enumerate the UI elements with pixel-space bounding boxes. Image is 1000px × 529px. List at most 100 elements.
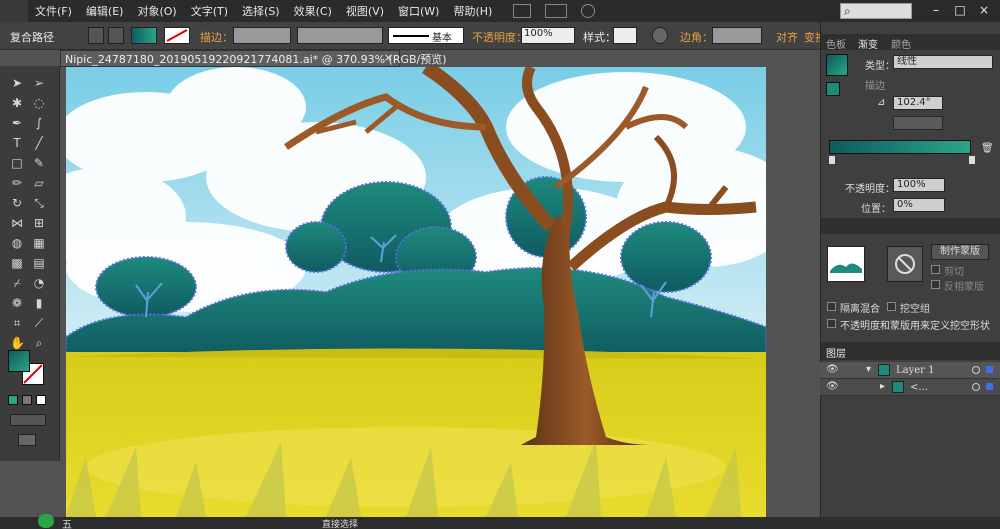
perspective-grid-icon[interactable]: ▦ [32, 236, 46, 250]
stop-position-field[interactable]: 0% [893, 198, 945, 212]
free-transform-icon[interactable]: ⊞ [32, 216, 46, 230]
layer-row-sublayer[interactable]: 👁 ▸ <... [820, 379, 1000, 396]
stroke-swatch[interactable] [164, 27, 190, 44]
menu-select[interactable]: 选择(S) [235, 3, 287, 19]
arrange-documents-icon[interactable] [545, 4, 568, 18]
tab-color[interactable]: 颜色 [891, 36, 911, 51]
expand-arrow-icon[interactable]: ▸ [880, 381, 885, 392]
artboard-tool-icon[interactable]: ⌗ [10, 316, 24, 330]
eye-icon[interactable]: 👁 [826, 364, 839, 375]
menu-file[interactable]: 文件(F) [28, 3, 79, 19]
none-mode-icon[interactable] [36, 395, 46, 405]
paintbrush-icon[interactable]: ✎ [32, 156, 46, 170]
stroke-label[interactable]: 描边： [200, 29, 233, 45]
zoom-tool-icon[interactable]: ⌕ [32, 336, 46, 350]
mesh-tool-icon[interactable]: ▩ [10, 256, 24, 270]
gradient-type-select[interactable]: 线性 [893, 55, 993, 69]
target-icon[interactable] [972, 366, 980, 374]
aspect-ratio-field[interactable] [893, 116, 943, 130]
tab-gradient[interactable]: 渐变 [858, 36, 878, 51]
sublayer-name[interactable]: <... [910, 382, 928, 393]
artwork-thumbnail[interactable] [827, 246, 865, 282]
corner-label[interactable]: 边角： [680, 29, 713, 45]
hand-tool-icon[interactable]: ✋ [10, 336, 25, 350]
eye-icon[interactable]: 👁 [826, 381, 839, 392]
gradient-slider[interactable] [829, 140, 971, 154]
recolor-artwork-icon[interactable] [652, 27, 668, 44]
fill-color-icon[interactable] [8, 350, 30, 372]
magic-wand-icon[interactable]: ✱ [10, 96, 24, 110]
isolate-blending-checkbox[interactable] [827, 302, 836, 311]
search-field[interactable]: ⌕ [840, 3, 912, 19]
slice-tool-icon[interactable]: ⟋ [32, 316, 46, 330]
selection-tool-icon[interactable]: ➤ [10, 76, 24, 90]
curvature-tool-icon[interactable]: ∫ [32, 116, 46, 130]
menu-effect[interactable]: 效果(C) [287, 3, 339, 19]
invert-mask-checkbox[interactable] [931, 280, 940, 289]
menu-edit[interactable]: 编辑(E) [79, 3, 131, 19]
tab-layers[interactable]: 图层 [826, 345, 846, 360]
direct-selection-tool-icon[interactable]: ➢ [32, 76, 46, 90]
menu-object[interactable]: 对象(O) [130, 3, 183, 19]
close-tab-icon[interactable]: × [380, 51, 393, 64]
selection-indicator-icon[interactable] [986, 383, 993, 390]
scale-tool-icon[interactable]: ⤡ [32, 196, 46, 210]
rotate-tool-icon[interactable]: ↻ [10, 196, 24, 210]
tab-swatches[interactable]: 色板 [826, 36, 846, 51]
menu-view[interactable]: 视图(V) [339, 3, 391, 19]
column-graph-icon[interactable]: ▮ [32, 296, 46, 310]
gpu-performance-icon[interactable] [581, 4, 596, 18]
line-tool-icon[interactable]: ╱ [32, 136, 46, 150]
gradient-mode-icon[interactable] [22, 395, 32, 405]
clip-checkbox[interactable] [931, 265, 940, 274]
variable-width-profile[interactable] [297, 27, 383, 44]
type-tool-icon[interactable]: T [10, 136, 24, 150]
gradient-stop-left[interactable] [829, 156, 835, 164]
lasso-icon[interactable]: ◌ [32, 96, 46, 110]
drawing-modes-icon[interactable] [10, 414, 46, 426]
gradient-fill-swatch[interactable] [826, 54, 848, 76]
shape-builder-icon[interactable]: ◍ [10, 236, 24, 250]
make-mask-button[interactable]: 制作蒙版 [931, 244, 989, 260]
color-mode-icon[interactable] [8, 395, 18, 405]
gradient-tool-icon[interactable]: ▤ [32, 256, 46, 270]
fill-mini-swatch[interactable] [826, 82, 840, 96]
screen-mode-icon[interactable] [18, 434, 36, 446]
eraser-icon[interactable]: ▱ [32, 176, 46, 190]
menu-type[interactable]: 文字(T) [184, 3, 235, 19]
symbol-sprayer-icon[interactable]: ❁ [10, 296, 24, 310]
brush-definition[interactable]: 基本 [388, 27, 464, 44]
document-tab[interactable]: Nipic_24787180_20190519220921774081.ai* … [60, 50, 447, 67]
graphic-style-swatch[interactable] [613, 27, 637, 44]
delete-stop-icon[interactable]: 🗑 [981, 143, 994, 154]
menu-window[interactable]: 窗口(W) [391, 3, 446, 19]
pen-tool-icon[interactable]: ✒ [10, 116, 24, 130]
eyedropper-icon[interactable]: ⌿ [10, 276, 24, 290]
layer-row-layer1[interactable]: 👁 ▾ Layer 1 [820, 362, 1000, 379]
close-window-button[interactable]: × [974, 3, 994, 19]
rectangle-tool-icon[interactable]: □ [10, 156, 24, 170]
opacity-mask-checkbox[interactable] [827, 319, 836, 328]
bridge-icon[interactable] [513, 4, 532, 18]
angle-field[interactable]: 102.4° [893, 96, 943, 110]
maximize-button[interactable]: □ [950, 3, 970, 19]
minimize-button[interactable]: – [926, 3, 946, 19]
target-icon[interactable] [972, 383, 980, 391]
corner-radius-field[interactable] [712, 27, 762, 44]
fill-swatch[interactable] [131, 27, 157, 44]
artboard-canvas[interactable] [66, 67, 766, 517]
knockout-group-checkbox[interactable] [887, 302, 896, 311]
edit-path-icon[interactable] [108, 27, 124, 44]
layer-name[interactable]: Layer 1 [896, 365, 935, 376]
isolate-group-icon[interactable] [88, 27, 104, 44]
ime-mode[interactable]: 五 [62, 516, 72, 529]
stroke-weight-field[interactable] [233, 27, 291, 44]
blend-tool-icon[interactable]: ◔ [32, 276, 46, 290]
mask-slot[interactable] [887, 246, 923, 282]
opacity-field[interactable]: 100% [521, 27, 575, 44]
stop-opacity-field[interactable]: 100% [893, 178, 945, 192]
align-link[interactable]: 对齐 [776, 29, 798, 45]
expand-arrow-icon[interactable]: ▾ [866, 364, 871, 375]
width-tool-icon[interactable]: ⋈ [10, 216, 24, 230]
menu-help[interactable]: 帮助(H) [446, 3, 499, 19]
